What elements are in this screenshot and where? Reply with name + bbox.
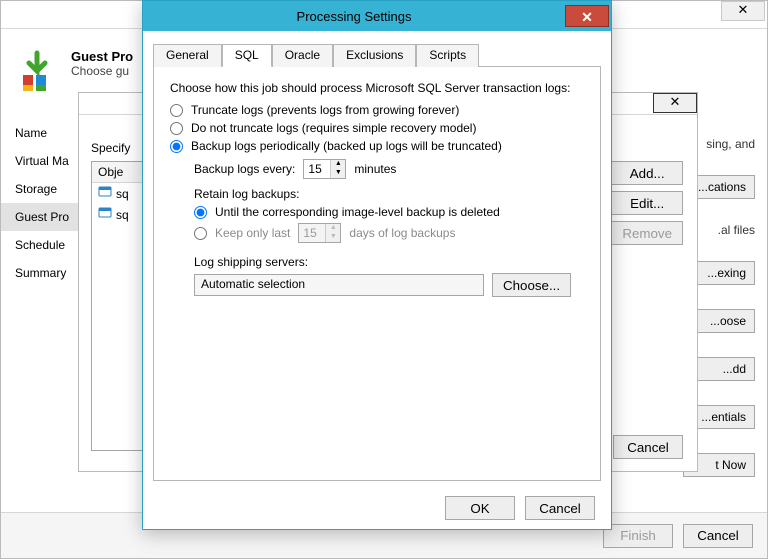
tab-general[interactable]: General bbox=[153, 44, 222, 67]
wizard-step-icon bbox=[15, 49, 59, 93]
tab-sql[interactable]: SQL bbox=[222, 44, 272, 67]
radio-backup-periodic-input[interactable] bbox=[170, 140, 183, 153]
radio-truncate-input[interactable] bbox=[170, 104, 183, 117]
vm-icon bbox=[98, 185, 112, 202]
radio-truncate[interactable]: Truncate logs (prevents logs from growin… bbox=[170, 103, 584, 117]
radio-retain-keep-label: Keep only last bbox=[215, 226, 290, 240]
object-picker-cancel-button[interactable]: Cancel bbox=[613, 435, 683, 459]
remove-button[interactable]: Remove bbox=[611, 221, 683, 245]
dialog-title: Processing Settings bbox=[143, 9, 565, 24]
radio-no-truncate-input[interactable] bbox=[170, 122, 183, 135]
log-shipping-value: Automatic selection bbox=[194, 274, 484, 296]
sql-tab-panel: Choose how this job should process Micro… bbox=[153, 67, 601, 481]
vm-icon bbox=[98, 206, 112, 223]
log-shipping-label: Log shipping servers: bbox=[194, 255, 584, 269]
tab-exclusions[interactable]: Exclusions bbox=[333, 44, 416, 67]
object-picker-close-button[interactable]: ✕ bbox=[653, 93, 697, 113]
backup-every-spinner[interactable]: ▲ ▼ bbox=[303, 159, 346, 179]
ok-button[interactable]: OK bbox=[445, 496, 515, 520]
retain-days-input bbox=[299, 224, 325, 242]
tab-scripts[interactable]: Scripts bbox=[416, 44, 479, 67]
wizard-step-title: Guest Pro bbox=[71, 49, 133, 64]
radio-backup-periodic[interactable]: Backup logs periodically (backed up logs… bbox=[170, 139, 584, 153]
dialog-titlebar: Processing Settings ✕ bbox=[143, 1, 611, 31]
radio-retain-keep-input[interactable] bbox=[194, 227, 207, 240]
add-button[interactable]: Add... bbox=[611, 161, 683, 185]
radio-truncate-label: Truncate logs (prevents logs from growin… bbox=[191, 103, 459, 117]
sql-description: Choose how this job should process Micro… bbox=[170, 81, 584, 95]
wizard-close-button[interactable]: ✕ bbox=[721, 1, 765, 21]
spin-up-icon: ▲ bbox=[326, 224, 340, 233]
dialog-cancel-button[interactable]: Cancel bbox=[525, 496, 595, 520]
tab-oracle[interactable]: Oracle bbox=[272, 44, 333, 67]
radio-no-truncate-label: Do not truncate logs (requires simple re… bbox=[191, 121, 476, 135]
spin-up-icon[interactable]: ▲ bbox=[331, 160, 345, 169]
dialog-footer: OK Cancel bbox=[143, 487, 611, 529]
choose-button[interactable]: Choose... bbox=[492, 273, 571, 297]
edit-button[interactable]: Edit... bbox=[611, 191, 683, 215]
tabstrip: General SQL Oracle Exclusions Scripts bbox=[153, 43, 601, 67]
backup-every-unit: minutes bbox=[354, 162, 396, 176]
backup-every-input[interactable] bbox=[304, 160, 330, 178]
list-item-label: sq bbox=[116, 187, 129, 201]
wizard-step-header: Guest Pro Choose gu bbox=[15, 49, 133, 93]
list-item-label: sq bbox=[116, 208, 129, 222]
retain-keep-suffix: days of log backups bbox=[349, 226, 455, 240]
dialog-close-button[interactable]: ✕ bbox=[565, 5, 609, 27]
radio-retain-keep[interactable]: Keep only last ▲ ▼ days of log backups bbox=[194, 223, 584, 243]
processing-settings-dialog: Processing Settings ✕ General SQL Oracle… bbox=[142, 0, 612, 530]
wizard-step-subtitle: Choose gu bbox=[71, 64, 133, 78]
radio-retain-until[interactable]: Until the corresponding image-level back… bbox=[194, 205, 584, 219]
radio-retain-until-input[interactable] bbox=[194, 206, 207, 219]
specify-label: Specify bbox=[91, 141, 130, 155]
retain-label: Retain log backups: bbox=[194, 187, 584, 201]
radio-no-truncate[interactable]: Do not truncate logs (requires simple re… bbox=[170, 121, 584, 135]
spin-down-icon: ▼ bbox=[326, 233, 340, 242]
cancel-button[interactable]: Cancel bbox=[683, 524, 753, 548]
radio-backup-periodic-label: Backup logs periodically (backed up logs… bbox=[191, 139, 502, 153]
spin-down-icon[interactable]: ▼ bbox=[331, 169, 345, 178]
backup-every-label: Backup logs every: bbox=[194, 162, 295, 176]
retain-days-spinner: ▲ ▼ bbox=[298, 223, 341, 243]
radio-retain-until-label: Until the corresponding image-level back… bbox=[215, 205, 500, 219]
finish-button[interactable]: Finish bbox=[603, 524, 673, 548]
